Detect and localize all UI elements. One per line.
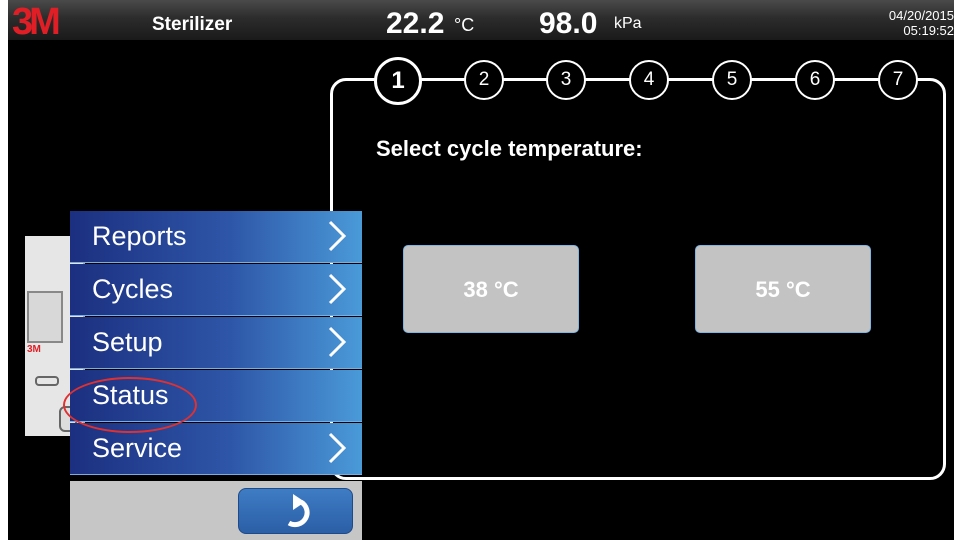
step-7: 7 [878,60,918,100]
step-5: 5 [712,60,752,100]
temp-55-button[interactable]: 55 °C [695,245,871,333]
step-indicator: 1 2 3 4 5 6 7 [348,57,923,105]
step-4: 4 [629,60,669,100]
menu-label: Reports [92,221,187,251]
menu-item-reports[interactable]: Reports [70,211,362,263]
back-button[interactable] [238,488,353,534]
device-window [27,291,63,343]
pressure-unit: kPa [614,15,642,32]
step-3: 3 [546,60,586,100]
step-1: 1 [374,57,422,105]
device-slot [35,376,59,386]
side-menu: Reports Cycles Setup Status Service [70,211,362,481]
date-time: 04/20/2015 05:19:52 [889,8,954,38]
menu-item-cycles[interactable]: Cycles [70,264,362,316]
status-highlight-circle [63,377,197,433]
chevron-right-icon [328,273,347,305]
menu-item-setup[interactable]: Setup [70,317,362,369]
time-text: 05:19:52 [903,23,954,38]
temperature-unit: °C [454,15,475,35]
chevron-right-icon [328,326,347,358]
app-title: Sterilizer [152,14,233,35]
chevron-right-icon [328,432,347,464]
temp-38-button[interactable]: 38 °C [403,245,579,333]
date-text: 04/20/2015 [888,8,954,23]
menu-label: Setup [92,327,163,357]
pressure-value: 98.0 [539,7,598,40]
step-6: 6 [795,60,835,100]
temperature-value: 22.2 [386,7,445,40]
chevron-right-icon [328,220,347,252]
menu-label: Cycles [92,274,174,304]
menu-label: Service [92,433,183,463]
cycle-prompt: Select cycle temperature: [376,136,643,161]
sterilizer-screen: 3M Sterilizer 22.2 °C 98.0 kPa 04/20/201… [8,0,954,540]
header-bar: 3M Sterilizer 22.2 °C 98.0 kPa 04/20/201… [8,0,954,43]
step-2: 2 [464,60,504,100]
3m-logo: 3M [12,1,61,43]
back-arrow-icon [287,494,310,528]
device-3m-logo: 3M [27,344,41,355]
menu-footer [70,481,362,540]
